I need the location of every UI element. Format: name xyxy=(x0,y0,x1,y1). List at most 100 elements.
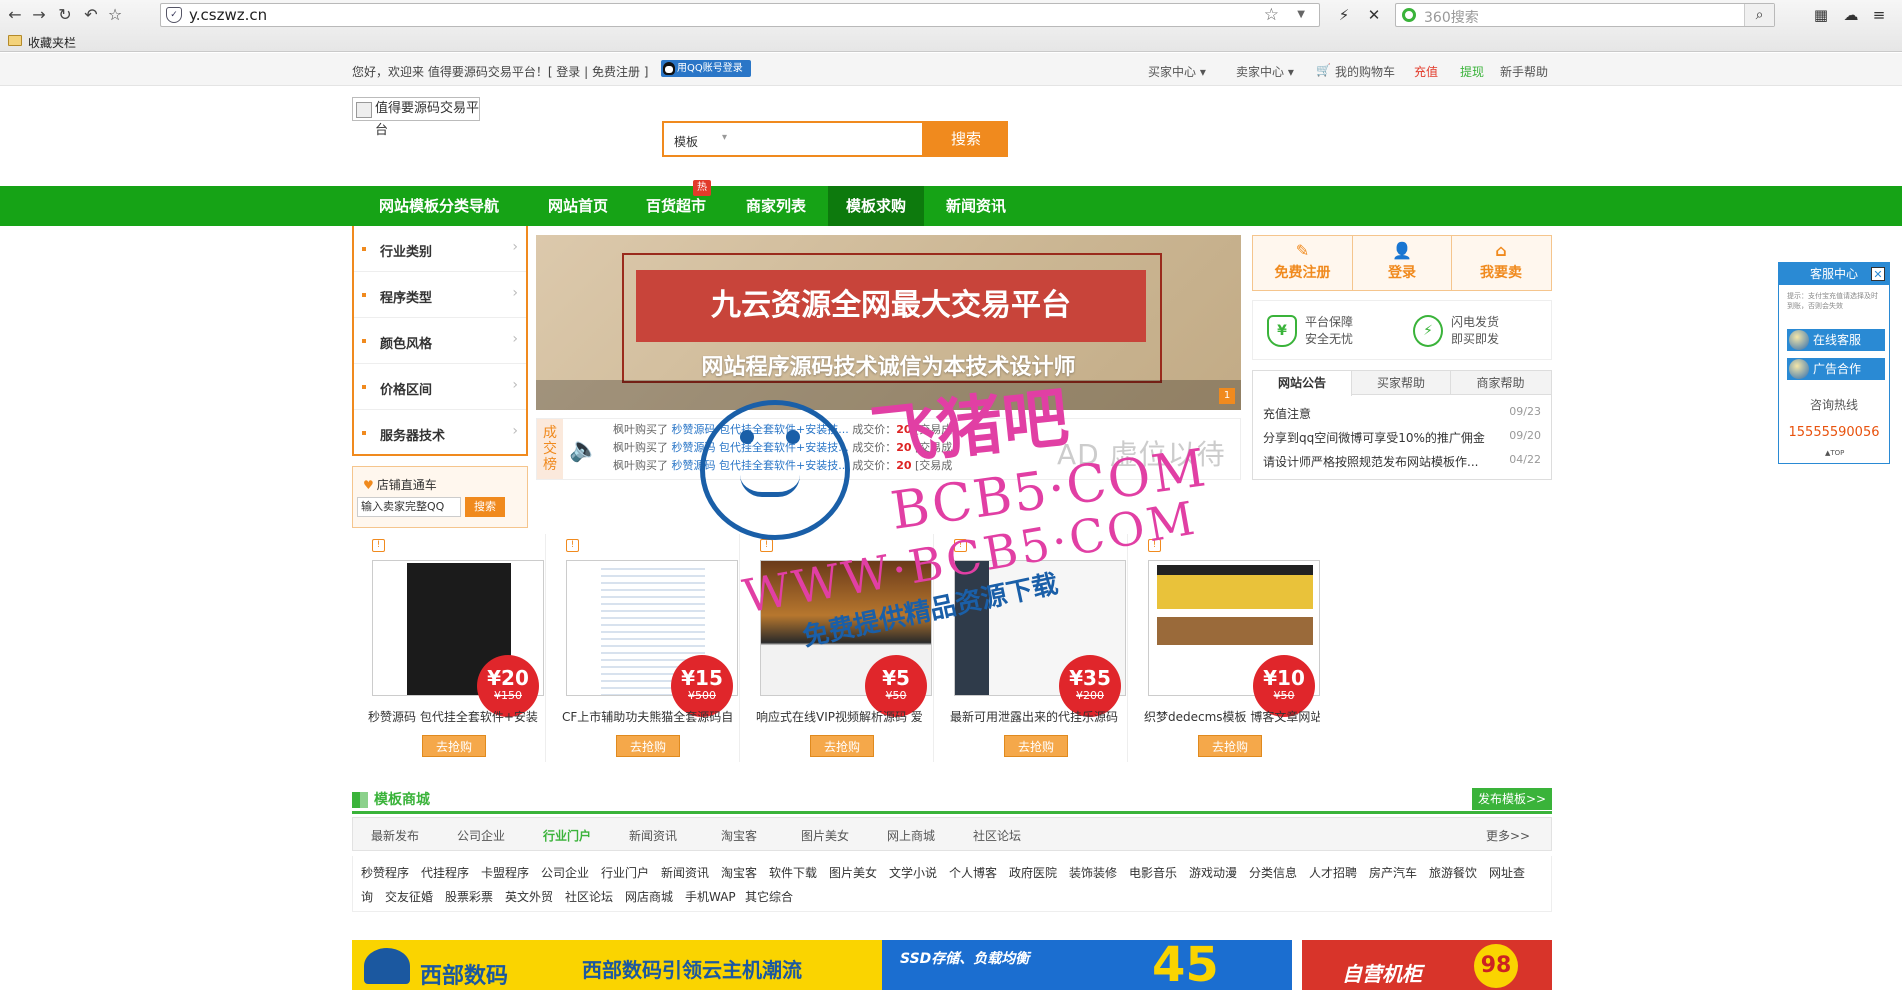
close-icon[interactable]: ✕ xyxy=(1363,4,1385,26)
ticker-item[interactable]: 秒赞源码 包代挂全套软件+安装技... xyxy=(672,459,849,472)
site-logo[interactable]: 值得要源码交易平台 xyxy=(352,97,480,138)
close-icon[interactable]: ✕ xyxy=(1871,267,1885,281)
tab-announcements[interactable]: 网站公告 xyxy=(1253,371,1352,396)
buy-button[interactable]: 去抢购 xyxy=(1198,735,1262,757)
category-program-type[interactable]: 程序类型 › xyxy=(354,272,526,318)
mall-link[interactable]: 其它综合 xyxy=(745,888,793,905)
search-icon[interactable]: ⌕ xyxy=(1744,4,1774,26)
welcome-text[interactable]: 您好，欢迎来 值得要源码交易平台！[ 登录 | 免费注册 ] xyxy=(352,63,648,80)
tab-forum[interactable]: 社区论坛 xyxy=(973,827,1021,844)
favorite-star-icon[interactable]: ☆ xyxy=(104,4,126,26)
nav-template-request[interactable]: 模板求购 xyxy=(828,186,924,226)
west-digital-ad[interactable]: 西部数码 西部数码引领云主机潮流 SSD存储、负载均衡 45 xyxy=(352,940,1292,990)
address-url[interactable]: y.cszwz.cn xyxy=(189,6,267,24)
withdraw-link[interactable]: 提现 xyxy=(1460,63,1484,80)
ticker-item[interactable]: 秒赞源码 包代挂全套软件+安装技... xyxy=(672,441,849,454)
forward-icon[interactable]: → xyxy=(28,4,50,26)
mall-link[interactable]: 秒赞程序 xyxy=(361,864,409,881)
mall-link[interactable]: 文学小说 xyxy=(889,864,937,881)
slide-indicator[interactable]: 1 xyxy=(1219,388,1235,404)
mall-link[interactable]: 公司企业 xyxy=(541,864,589,881)
tab-pictures[interactable]: 图片美女 xyxy=(801,827,849,844)
notice-item[interactable]: 请设计师严格按照规范发布网站模板作... 04/22 xyxy=(1263,453,1541,473)
tab-online-store[interactable]: 网上商城 xyxy=(887,827,935,844)
product-name[interactable]: 响应式在线VIP视频解析源码 爱 xyxy=(756,708,932,725)
mall-link[interactable]: 游戏动漫 xyxy=(1189,864,1237,881)
refresh-icon[interactable]: ↻ xyxy=(54,4,76,26)
mall-link[interactable]: 交友征婚 xyxy=(385,888,433,905)
mall-link[interactable]: 装饰装修 xyxy=(1069,864,1117,881)
mall-link[interactable]: 软件下载 xyxy=(769,864,817,881)
mall-link[interactable]: 电影音乐 xyxy=(1129,864,1177,881)
mall-link[interactable]: 询 xyxy=(361,888,373,905)
product-card[interactable]: ! ¥10 ¥50 织梦dedecms模板 博客文章网站 去抢购 xyxy=(1128,534,1322,762)
mall-link[interactable]: 卡盟程序 xyxy=(481,864,529,881)
mall-link[interactable]: 个人博客 xyxy=(949,864,997,881)
category-industry[interactable]: 行业类别 › xyxy=(354,226,526,272)
mall-link[interactable]: 房产汽车 xyxy=(1369,864,1417,881)
undo-icon[interactable]: ↶ xyxy=(80,4,102,26)
login-button[interactable]: 👤 登录 xyxy=(1352,236,1451,290)
php-host-ad[interactable]: 自营机柜 98 xyxy=(1302,940,1552,990)
search-button[interactable]: 搜索 xyxy=(924,121,1008,157)
product-name[interactable]: 秒赞源码 包代挂全套软件+安装 xyxy=(368,708,544,725)
notice-title[interactable]: 请设计师严格按照规范发布网站模板作... xyxy=(1263,455,1478,469)
mall-link[interactable]: 行业门户 xyxy=(601,864,649,881)
buy-button[interactable]: 去抢购 xyxy=(422,735,486,757)
mall-link[interactable]: 淘宝客 xyxy=(721,864,757,881)
qq-login-button[interactable]: 用QQ账号登录 xyxy=(661,60,751,77)
mall-link[interactable]: 网店商城 xyxy=(625,888,673,905)
nav-home[interactable]: 网站首页 xyxy=(530,186,626,226)
recharge-link[interactable]: 充值 xyxy=(1414,63,1438,80)
tab-merchant-help[interactable]: 商家帮助 xyxy=(1451,371,1550,395)
ad-placeholder[interactable]: AD 虚位以待 xyxy=(1057,433,1226,473)
favorites-label[interactable]: 收藏夹栏 xyxy=(28,34,76,51)
notice-item[interactable]: 分享到qq空间微博可享受10%的推广佣金 09/20 xyxy=(1263,429,1541,449)
category-color-style[interactable]: 颜色风格 › xyxy=(354,318,526,364)
buy-button[interactable]: 去抢购 xyxy=(1004,735,1068,757)
category-price-range[interactable]: 价格区间 › xyxy=(354,364,526,410)
product-card[interactable]: ! ¥15 ¥500 CF上市辅助功夫熊猫全套源码自 去抢购 xyxy=(546,534,740,762)
tab-taobaoke[interactable]: 淘宝客 xyxy=(721,827,757,844)
mall-link[interactable]: 代挂程序 xyxy=(421,864,469,881)
cart-link[interactable]: 我的购物车 xyxy=(1335,63,1395,80)
back-to-top[interactable]: ▲TOP xyxy=(1825,449,1844,457)
mall-link[interactable]: 股票彩票 xyxy=(445,888,493,905)
help-link[interactable]: 新手帮助 xyxy=(1500,63,1548,80)
mall-link[interactable]: 图片美女 xyxy=(829,864,877,881)
mall-link[interactable]: 英文外贸 xyxy=(505,888,553,905)
product-name[interactable]: 最新可用泄露出来的代挂乐源码 xyxy=(950,708,1126,725)
chevron-down-icon[interactable]: ▼ xyxy=(1297,9,1305,20)
ticker-row[interactable]: 枫叶购买了 秒赞源码 包代挂全套软件+安装技... 成交价：20 [交易成 xyxy=(613,421,952,439)
more-link[interactable]: 更多>> xyxy=(1486,827,1530,844)
tab-industry-portal[interactable]: 行业门户 xyxy=(543,827,591,844)
ticker-row[interactable]: 枫叶购买了 秒赞源码 包代挂全套软件+安装技... 成交价：20 [交易成 xyxy=(613,457,952,475)
shop-search-button[interactable]: 搜索 xyxy=(465,497,505,517)
product-card[interactable]: ! ¥5 ¥50 响应式在线VIP视频解析源码 爱 去抢购 xyxy=(740,534,934,762)
browser-search[interactable]: 360搜索 ⌕ xyxy=(1395,3,1775,27)
mall-link[interactable]: 手机WAP xyxy=(685,888,736,905)
notice-title[interactable]: 分享到qq空间微博可享受10%的推广佣金 xyxy=(1263,431,1485,445)
mall-link[interactable]: 分类信息 xyxy=(1249,864,1297,881)
back-icon[interactable]: ← xyxy=(4,4,26,26)
address-bar[interactable]: ✓ y.cszwz.cn ☆ ▼ xyxy=(160,3,1320,27)
seller-qq-input[interactable]: 输入卖家完整QQ xyxy=(357,497,461,517)
publish-template-button[interactable]: 发布模板>> xyxy=(1472,788,1552,810)
product-card[interactable]: ! ¥20 ¥150 秒赞源码 包代挂全套软件+安装 去抢购 xyxy=(352,534,546,762)
sell-button[interactable]: ⌂ 我要卖 xyxy=(1451,236,1550,290)
register-button[interactable]: ✎ 免费注册 xyxy=(1253,236,1352,290)
mall-link[interactable]: 旅游餐饮 xyxy=(1429,864,1477,881)
cloud-icon[interactable]: ☁ xyxy=(1840,4,1862,26)
bookmark-star-icon[interactable]: ☆ xyxy=(1264,5,1279,25)
hero-banner[interactable]: 九云资源全网最大交易平台 网站程序源码技术诚信为本技术设计师 1 xyxy=(536,235,1241,410)
mall-link[interactable]: 网址查 xyxy=(1489,864,1525,881)
nav-category-guide[interactable]: 网站模板分类导航 xyxy=(364,186,514,226)
ticker-row[interactable]: 枫叶购买了 秒赞源码 包代挂全套软件+安装技... 成交价：20 [交易成 xyxy=(613,439,952,457)
chevron-down-icon[interactable]: ▾ xyxy=(722,132,727,143)
ticker-item[interactable]: 秒赞源码 包代挂全套软件+安装技... xyxy=(672,423,849,436)
tab-news[interactable]: 新闻资讯 xyxy=(629,827,677,844)
product-card[interactable]: ! ¥35 ¥200 最新可用泄露出来的代挂乐源码 去抢购 xyxy=(934,534,1128,762)
cart-icon[interactable]: 🛒 xyxy=(1316,63,1331,77)
mall-link[interactable]: 人才招聘 xyxy=(1309,864,1357,881)
mall-link[interactable]: 社区论坛 xyxy=(565,888,613,905)
